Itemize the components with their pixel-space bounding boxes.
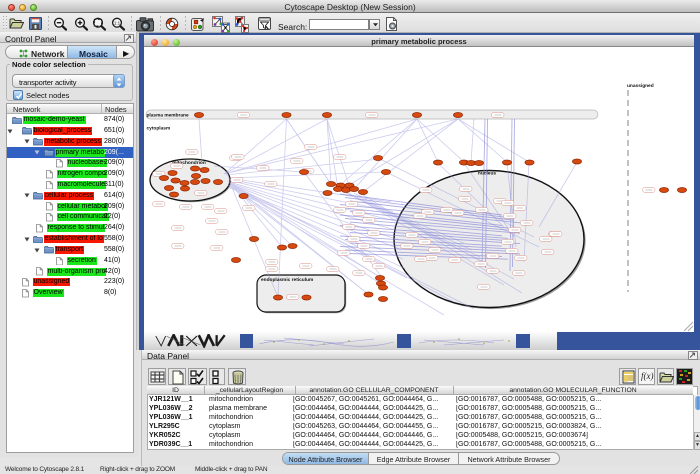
svg-text:endoplasmic reticulum: endoplasmic reticulum bbox=[261, 277, 313, 283]
svg-text:unassigned: unassigned bbox=[627, 83, 654, 89]
svg-text:cytoplasm: cytoplasm bbox=[147, 126, 171, 132]
svg-text:nucleus: nucleus bbox=[478, 171, 496, 177]
svg-text:plasma membrane: plasma membrane bbox=[147, 113, 189, 119]
svg-text:1:1: 1:1 bbox=[114, 21, 121, 26]
